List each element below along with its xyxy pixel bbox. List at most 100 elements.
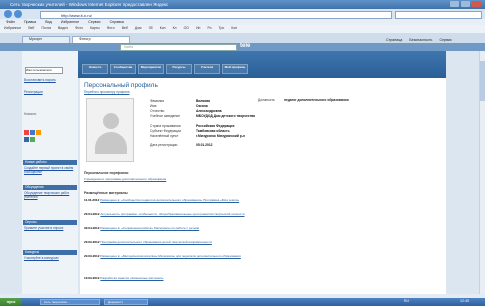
field-value: 05.01.2012 (196, 143, 213, 147)
widget-link[interactable]: Обсуждение творческих работ учителей (24, 191, 69, 199)
portfolio-title: Персональное портфолио (84, 171, 129, 175)
menu-file[interactable]: Файл (6, 20, 15, 24)
favorites-item[interactable]: Фото (75, 26, 83, 30)
register-link[interactable]: Регистрация (24, 90, 43, 94)
nav-events[interactable]: Мероприятия (138, 64, 164, 74)
list-item: 10.03.2012 Разработка занятия «Комнатные… (84, 276, 354, 280)
favorites-item[interactable]: Веб (122, 26, 128, 30)
window-title: Сеть творческих учителей - Windows Inter… (10, 2, 169, 7)
favorites-item[interactable]: Кон (231, 26, 237, 30)
login-input[interactable]: Имя пользователя (25, 67, 63, 74)
nav-news[interactable]: Новости (82, 64, 108, 74)
field-label: Субъект Федерации (150, 129, 181, 133)
nav-resources[interactable]: Ресурсы (166, 64, 192, 74)
menu-view[interactable]: Вид (45, 20, 52, 24)
favorites-item[interactable]: Ро (208, 26, 212, 30)
vertical-scrollbar[interactable] (479, 51, 485, 294)
item-date: 20.03.2012 (84, 240, 100, 244)
materials-title: Размещённые материалы (84, 191, 128, 195)
site-search-placeholder: Найти (124, 45, 134, 49)
social-icon[interactable] (30, 137, 35, 142)
address-input[interactable]: http://www.it-n.ru/ (40, 11, 392, 19)
menu-tools[interactable]: Сервис (88, 20, 100, 24)
favorites-item[interactable]: Избранное (4, 26, 21, 30)
command-page[interactable]: Страница (386, 38, 402, 42)
widget-link[interactable]: Участвуйте в конкурсах (24, 256, 59, 260)
list-item: 20.03.2012 Программа дополнительного обр… (84, 240, 354, 244)
menu-help[interactable]: Справка (110, 20, 124, 24)
favorites-item[interactable]: Кл (173, 26, 177, 30)
portfolio-anchor[interactable]: Учреждения и программы дополнительного о… (84, 177, 166, 181)
main-content (80, 78, 446, 294)
widget-link[interactable]: Примите участие в опросе (24, 226, 63, 230)
favorites-item[interactable]: Фото (107, 26, 115, 30)
list-item: 20.04.2012 Актуальность программы, особе… (84, 212, 354, 216)
favorites-item[interactable]: Тро (219, 26, 225, 30)
social-icon[interactable] (36, 130, 41, 135)
widget-header: Опросы (23, 220, 77, 225)
list-item: 30.04.2012 Размещено в: «Социальная рабо… (84, 226, 354, 230)
breadcrumb[interactable]: Перейти к просмотру профиля (84, 90, 130, 94)
field-value: г.Мичуринск Мичуринский р-н (196, 134, 245, 138)
nav-my-profile[interactable]: Мой профиль (222, 64, 248, 74)
favorites-item[interactable]: ОО (184, 26, 189, 30)
minimize-button[interactable] (450, 1, 459, 7)
social-icon[interactable] (30, 130, 35, 135)
list-item: 20.03.2012 Размещено в: «Методическая ко… (84, 254, 354, 258)
left-link[interactable]: Регистрация (24, 90, 76, 94)
taskbar-item[interactable]: Сеть творческих... (40, 299, 100, 305)
widget-text: Примите участие в опросе (24, 226, 76, 230)
item-date: 20.04.2012 (84, 212, 100, 216)
menu-favorites[interactable]: Избранное (61, 20, 79, 24)
nav-teachers[interactable]: Учителя (194, 64, 220, 74)
social-icon[interactable] (24, 137, 29, 142)
item-date: 30.04.2012 (84, 226, 100, 230)
favorites-item[interactable]: Дом (135, 26, 142, 30)
menu-edit[interactable]: Правка (24, 20, 36, 24)
close-button[interactable] (472, 1, 481, 7)
taskbar-item[interactable]: Документ1 (104, 299, 148, 305)
command-tools[interactable]: Сервис (439, 38, 451, 42)
favorites-item[interactable]: Зб (149, 26, 153, 30)
favorites-item[interactable]: Карты (90, 26, 100, 30)
field-value: Российская Федерация (196, 124, 235, 128)
favorites-item[interactable]: Веб (28, 26, 34, 30)
restore-link[interactable]: Восстановить пароль (24, 78, 56, 82)
scrollbar-thumb[interactable] (480, 61, 485, 101)
item-link[interactable]: Размещено в: «Социальная работа» Материа… (100, 226, 199, 230)
field-value: Оксана (196, 104, 208, 108)
field-value: Вилкова (196, 99, 210, 103)
field-value: Александровна (196, 109, 222, 113)
favorites-item[interactable]: Кон (160, 26, 166, 30)
item-link[interactable]: Размещено в: «Сообщество педагогов допол… (100, 198, 239, 202)
favorites-item[interactable]: Ин (196, 26, 200, 30)
favorites-item[interactable]: Видео (58, 26, 68, 30)
tab-1[interactable]: Мусорн (22, 36, 70, 43)
item-link[interactable]: Размещено в: «Методическая копилка» Мате… (100, 254, 240, 258)
item-link[interactable]: Программа дополнительного образования де… (100, 240, 212, 244)
site-logo[interactable]: tele (240, 43, 280, 51)
portfolio-link: Учреждения и программы дополнительного о… (84, 177, 354, 181)
language-indicator[interactable]: RU (404, 299, 409, 303)
browser-search-input[interactable] (395, 11, 482, 19)
field-label: Страна проживания (150, 124, 181, 128)
social-icon[interactable] (24, 130, 29, 135)
favorites-item[interactable]: Почта (42, 26, 51, 30)
page-title: Персональный профиль (84, 82, 158, 89)
command-safety[interactable]: Безопасность (409, 38, 432, 42)
tab-2[interactable]: Фотогр (72, 36, 130, 43)
item-link[interactable]: Актуальность программы, особенности, общ… (100, 212, 244, 216)
back-icon[interactable] (4, 10, 12, 18)
field-label: Отчество (150, 109, 165, 113)
maximize-button[interactable] (461, 1, 470, 7)
avatar (86, 98, 134, 162)
start-button[interactable]: пуск (0, 298, 22, 306)
nav-communities[interactable]: Сообщества (110, 64, 136, 74)
login-placeholder: Имя пользователя (26, 68, 52, 72)
list-item: 11.01.2012 Размещено в: «Сообщество педа… (84, 198, 354, 202)
left-link[interactable]: Восстановить пароль (24, 78, 76, 82)
widget-link[interactable]: Создайте первый проект в своём сообществ… (24, 166, 73, 174)
item-link[interactable]: Разработка занятия «Комнатные растения» (100, 276, 163, 280)
forward-icon[interactable] (14, 10, 22, 18)
site-search-input[interactable]: Найти (120, 44, 237, 51)
